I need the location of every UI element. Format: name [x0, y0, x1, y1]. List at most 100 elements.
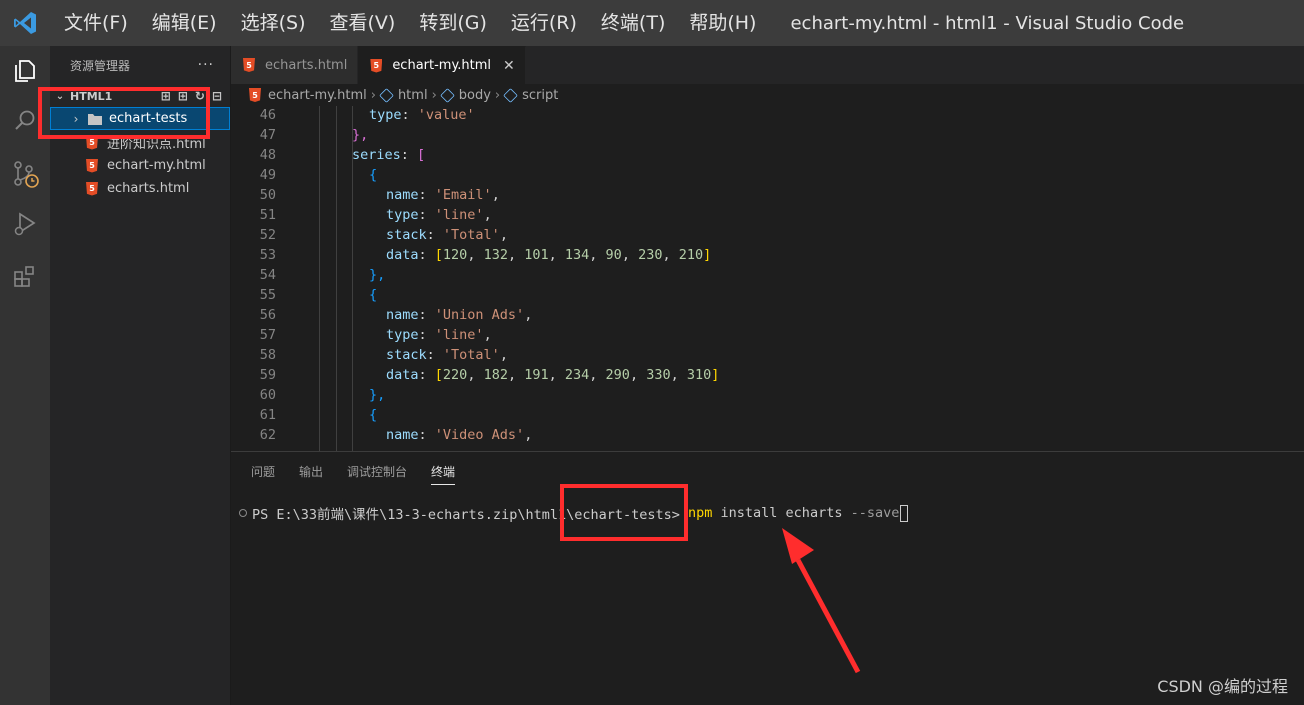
menu-item[interactable]: 文件(F) — [50, 0, 140, 46]
code-token: ] — [711, 367, 720, 383]
line-number: 54 — [259, 267, 276, 283]
menu-item[interactable]: 编辑(E) — [140, 0, 229, 46]
code-token: : — [418, 367, 435, 383]
code-line: 62 name: 'Video Ads', — [231, 425, 1304, 445]
code-token: , — [589, 367, 606, 383]
tab-label: echart-my.html — [392, 58, 492, 73]
tab-label: echarts.html — [265, 57, 348, 73]
line-number: 46 — [259, 107, 276, 123]
code-token: , — [499, 347, 508, 363]
code-token: , — [670, 367, 687, 383]
code-token: , — [467, 247, 484, 263]
panel-tab[interactable]: 问题 — [251, 463, 275, 480]
code-line: 52 stack: 'Total', — [231, 225, 1304, 245]
vscode-logo-icon — [0, 0, 50, 46]
line-number: 49 — [259, 167, 276, 183]
panel-tab[interactable]: 终端 — [431, 463, 456, 485]
menu-item[interactable]: 终端(T) — [589, 0, 677, 46]
line-number: 53 — [259, 247, 276, 263]
terminal-command-npm: npm — [688, 505, 713, 521]
terminal-command-args: install echarts — [712, 505, 851, 521]
bottom-panel: 问题 输出 调试控制台 终端 PS E:\33前端\课件\13-3-echarts.z… — [231, 451, 1304, 705]
source-control-icon[interactable] — [0, 149, 50, 199]
line-number: 61 — [259, 407, 276, 423]
panel-tab[interactable]: 调试控制台 — [347, 463, 407, 480]
tree-file[interactable]: 5 echart-my.html — [50, 154, 230, 177]
menu-item[interactable]: 帮助(H) — [677, 0, 768, 46]
code-token: , — [629, 367, 647, 383]
code-line: 61 { — [231, 405, 1304, 425]
close-icon[interactable]: ✕ — [503, 58, 515, 74]
annotation-arrow-icon — [782, 528, 861, 674]
breadcrumb-item[interactable]: echart-my.html — [268, 88, 367, 103]
breadcrumb: 5 echart-my.html › html › body › script — [231, 84, 1304, 106]
annotation-box-path — [560, 484, 688, 541]
code-token: , — [548, 247, 565, 263]
code-token: stack — [386, 347, 427, 363]
code-token: , — [467, 367, 484, 383]
html-file-icon: 5 — [243, 58, 255, 72]
menu-item[interactable]: 转到(G) — [407, 0, 499, 46]
html-file-icon: 5 — [249, 88, 261, 102]
code-token: : — [401, 107, 418, 123]
chevron-right-icon: › — [431, 87, 437, 103]
code-token: 220 — [442, 367, 468, 383]
menu-item[interactable]: 查看(V) — [318, 0, 408, 46]
breadcrumb-item[interactable]: html — [398, 88, 428, 103]
code-token: name — [386, 427, 419, 443]
code-token: 'Email' — [434, 187, 492, 203]
editor-tabs: 5 echarts.html 5 echart-my.html ✕ — [231, 46, 1304, 84]
code-token: 330 — [646, 367, 671, 383]
code-token: ] — [703, 247, 712, 263]
explorer-title: 资源管理器 — [70, 58, 131, 73]
more-actions-icon[interactable]: ··· — [198, 57, 214, 73]
line-number: 48 — [259, 147, 276, 163]
collapse-all-icon[interactable]: ⊟ — [212, 89, 222, 103]
run-debug-icon[interactable] — [0, 199, 50, 249]
line-number: 55 — [259, 287, 276, 303]
tab-echart-my-html[interactable]: 5 echart-my.html ✕ — [358, 46, 526, 84]
title-bar: 文件(F) 编辑(E) 选择(S) 查看(V) 转到(G) 运行(R) 终端(T) 帮助(H)… — [0, 0, 1304, 46]
code-token: [ — [434, 367, 443, 383]
code-line: 50 name: 'Email', — [231, 185, 1304, 205]
code-token: 310 — [686, 367, 712, 383]
code-token: 'line' — [434, 207, 484, 223]
window-title: echart-my.html - html1 - Visual Studio C… — [790, 12, 1185, 34]
line-number: 56 — [259, 307, 276, 323]
file-label: echart-my.html — [107, 158, 206, 173]
code-token: , — [507, 247, 525, 263]
code-line: 56 name: 'Union Ads', — [231, 305, 1304, 325]
terminal-cursor — [900, 504, 909, 522]
code-token: 'Video Ads' — [434, 427, 525, 443]
code-token: { — [369, 407, 378, 423]
explorer-header: 资源管理器 ··· — [50, 46, 230, 84]
code-token: 'Total' — [442, 227, 500, 243]
code-token: : — [418, 327, 435, 343]
element-icon — [503, 87, 518, 103]
code-token: 'Total' — [442, 347, 500, 363]
terminal-line[interactable]: PS E:\33前端\课件\13-3-echarts.zip\html1\ech… — [231, 502, 1304, 524]
code-token: 290 — [605, 367, 630, 383]
code-line: 49 { — [231, 165, 1304, 185]
tab-echarts-html[interactable]: 5 echarts.html — [231, 46, 359, 84]
code-line: 53 data: [120, 132, 101, 134, 90, 230, 21… — [231, 245, 1304, 265]
line-number: 50 — [259, 187, 276, 203]
line-number: 52 — [259, 227, 276, 243]
menu-item[interactable]: 选择(S) — [229, 0, 318, 46]
panel-tab[interactable]: 输出 — [299, 463, 323, 480]
breadcrumb-item[interactable]: body — [459, 88, 491, 103]
extensions-icon[interactable] — [0, 251, 50, 301]
code-token: name — [386, 307, 419, 323]
terminal-status-icon — [239, 509, 247, 517]
line-number: 51 — [259, 207, 276, 223]
code-line: 47}, — [231, 125, 1304, 145]
line-number: 57 — [259, 327, 276, 343]
code-editor[interactable]: 46 type: 'value' 47}, 48 series: [49 {50 name:… — [231, 106, 1304, 451]
line-number: 47 — [259, 127, 276, 143]
html-file-icon: 5 — [86, 181, 98, 196]
breadcrumb-item[interactable]: script — [522, 88, 558, 103]
code-token: : — [418, 187, 435, 203]
code-token: }, — [369, 267, 386, 283]
tree-file[interactable]: 5 echarts.html — [50, 177, 230, 200]
menu-item[interactable]: 运行(R) — [499, 0, 589, 46]
